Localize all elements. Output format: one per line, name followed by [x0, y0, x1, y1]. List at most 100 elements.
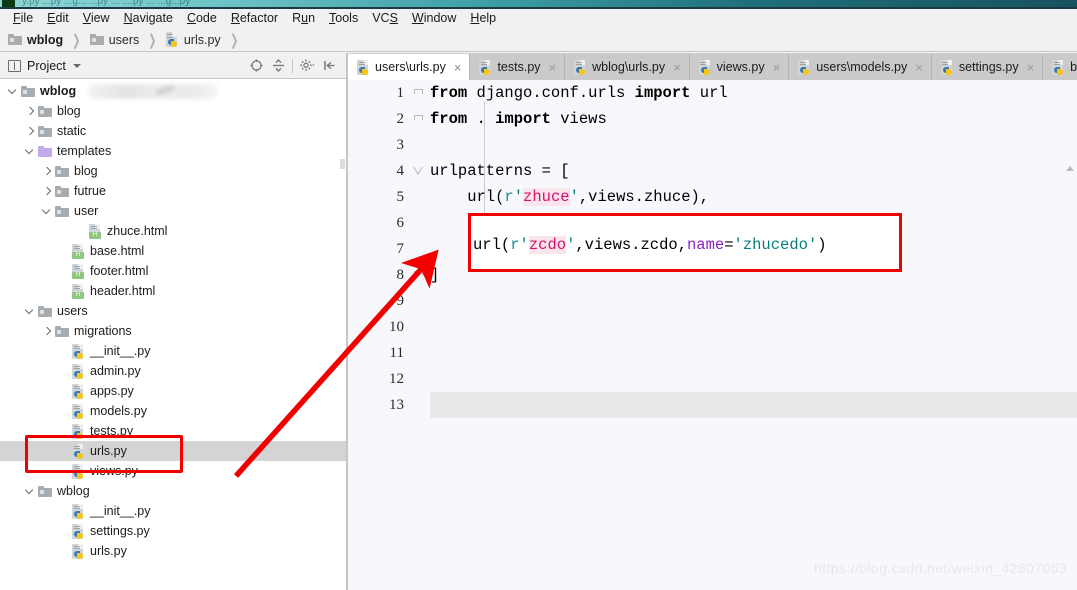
chevron-right-icon[interactable]: [42, 186, 55, 197]
hide-panel-icon[interactable]: [318, 55, 340, 77]
editor-tab-bl[interactable]: bl: [1043, 54, 1077, 80]
menu-item-file[interactable]: File: [6, 9, 40, 28]
tree-item-urls-py[interactable]: urls.py: [0, 541, 346, 561]
chevron-right-icon[interactable]: [42, 326, 55, 337]
breadcrumb-item-wblog[interactable]: wblog: [8, 33, 63, 47]
menu-item-edit[interactable]: Edit: [40, 9, 76, 28]
tree-item-models-py[interactable]: models.py: [0, 401, 346, 421]
menu-item-help[interactable]: Help: [463, 9, 503, 28]
folder-icon: [55, 205, 69, 217]
settings-gear-icon[interactable]: [296, 55, 318, 77]
editor-tab-settings-py[interactable]: settings.py ×: [931, 54, 1044, 80]
tree-item-base-html[interactable]: Hbase.html: [0, 241, 346, 261]
line-number: 2: [396, 111, 405, 127]
code-token: =: [724, 236, 734, 254]
tree-item-__init__-py[interactable]: __init__.py: [0, 341, 346, 361]
code-fold-marker[interactable]: [414, 89, 424, 98]
editor-fold-column[interactable]: [412, 80, 485, 590]
chevron-down-icon[interactable]: [8, 86, 21, 97]
tab-close-icon[interactable]: ×: [1027, 61, 1035, 74]
project-tree[interactable]: wblog blog static templates blog futrue user Hz…: [0, 79, 346, 590]
tree-item-zhuce-html[interactable]: Hzhuce.html: [0, 221, 346, 241]
line-number: 9: [396, 293, 405, 309]
tree-item-blog[interactable]: blog: [0, 101, 346, 121]
code-fold-marker[interactable]: [413, 167, 424, 177]
tree-item-static[interactable]: static: [0, 121, 346, 141]
tree-item-futrue[interactable]: futrue: [0, 181, 346, 201]
tree-item-users[interactable]: users: [0, 301, 346, 321]
tree-item-__init__-py[interactable]: __init__.py: [0, 501, 346, 521]
chevron-down-icon[interactable]: [25, 306, 38, 317]
tree-item-blog[interactable]: blog: [0, 161, 346, 181]
tree-item-templates[interactable]: templates: [0, 141, 346, 161]
tab-close-icon[interactable]: ×: [915, 61, 923, 74]
tree-item-footer-html[interactable]: Hfooter.html: [0, 261, 346, 281]
editor-tab-users-urls-py[interactable]: users\urls.py ×: [348, 54, 471, 80]
scroll-marker-icon: [1066, 166, 1075, 174]
tree-item-label: templates: [57, 144, 112, 158]
editor-tab-users-models-py[interactable]: users\models.py ×: [789, 54, 932, 80]
tree-item-admin-py[interactable]: admin.py: [0, 361, 346, 381]
editor-tab-bar[interactable]: users\urls.py × tests.py × wblog\urls.py × vie…: [348, 53, 1077, 80]
tree-item-urls-py[interactable]: urls.py: [0, 441, 346, 461]
menu-item-refactor[interactable]: Refactor: [224, 9, 285, 28]
project-panel-header: Project: [0, 53, 346, 79]
blurred-path-redaction: [88, 84, 218, 99]
menu-item-vcs[interactable]: VCS: [365, 9, 405, 28]
code-token: ): [817, 236, 827, 254]
breadcrumb-item-urls-py[interactable]: urls.py: [165, 32, 221, 47]
line-number: 4: [396, 163, 405, 179]
code-fold-marker[interactable]: [414, 271, 424, 280]
tree-item-tests-py[interactable]: tests.py: [0, 421, 346, 441]
tree-item-label: views.py: [90, 464, 138, 478]
chevron-down-icon[interactable]: [25, 146, 38, 157]
tab-close-icon[interactable]: ×: [673, 61, 681, 74]
chevron-right-icon[interactable]: [25, 126, 38, 137]
tree-item-wblog[interactable]: wblog: [0, 81, 346, 101]
editor-tab-tests-py[interactable]: tests.py ×: [470, 54, 566, 80]
tree-item-migrations[interactable]: migrations: [0, 321, 346, 341]
tab-close-icon[interactable]: ×: [454, 61, 462, 74]
tree-item-label: footer.html: [90, 264, 149, 278]
python-file-icon: [72, 383, 85, 399]
menu-item-navigate[interactable]: Navigate: [117, 9, 180, 28]
chevron-down-icon[interactable]: [72, 63, 81, 68]
tree-item-label: wblog: [40, 84, 77, 98]
menu-item-run[interactable]: Run: [285, 9, 322, 28]
menu-item-tools[interactable]: Tools: [322, 9, 365, 28]
tree-item-label: tests.py: [90, 424, 134, 438]
line-number: 1: [396, 85, 405, 101]
tab-close-icon[interactable]: ×: [549, 61, 557, 74]
menu-item-view[interactable]: View: [76, 9, 117, 28]
tree-item-views-py[interactable]: views.py: [0, 461, 346, 481]
chevron-right-icon[interactable]: [42, 166, 55, 177]
code-token: zcdo: [528, 236, 567, 254]
code-fold-marker[interactable]: [414, 115, 424, 124]
tree-item-user[interactable]: user: [0, 201, 346, 221]
editor-tab-wblog-urls-py[interactable]: wblog\urls.py ×: [565, 54, 690, 80]
tab-label: views.py: [716, 60, 765, 74]
collapse-all-icon[interactable]: [267, 55, 289, 77]
tab-close-icon[interactable]: ×: [773, 61, 781, 74]
chevron-down-icon[interactable]: [42, 206, 55, 217]
code-editor[interactable]: 1 2 3 4 5 6 7 8 9 10 11 12 13 from django.conf.urls …: [348, 80, 1077, 590]
code-line-5: url(r'zhuce',views.zhuce),: [430, 184, 709, 210]
folder-icon: [21, 85, 35, 97]
tree-item-header-html[interactable]: Hheader.html: [0, 281, 346, 301]
chevron-right-icon[interactable]: [25, 106, 38, 117]
chevron-down-icon[interactable]: [25, 486, 38, 497]
editor-gutter[interactable]: 1 2 3 4 5 6 7 8 9 10 11 12 13: [348, 80, 412, 590]
locate-icon[interactable]: [245, 55, 267, 77]
tree-item-label: admin.py: [90, 364, 141, 378]
tree-item-settings-py[interactable]: settings.py: [0, 521, 346, 541]
tree-item-apps-py[interactable]: apps.py: [0, 381, 346, 401]
folder-icon: [38, 485, 52, 497]
editor-tab-views-py[interactable]: views.py ×: [689, 54, 790, 80]
editor-code-area[interactable]: from django.conf.urls import url from . i…: [430, 80, 1077, 590]
tree-item-wblog[interactable]: wblog: [0, 481, 346, 501]
menu-item-window[interactable]: Window: [405, 9, 463, 28]
code-token: ': [569, 188, 579, 206]
python-file-icon: [72, 523, 85, 539]
menu-item-code[interactable]: Code: [180, 9, 224, 28]
breadcrumb-item-users[interactable]: users: [89, 33, 139, 47]
